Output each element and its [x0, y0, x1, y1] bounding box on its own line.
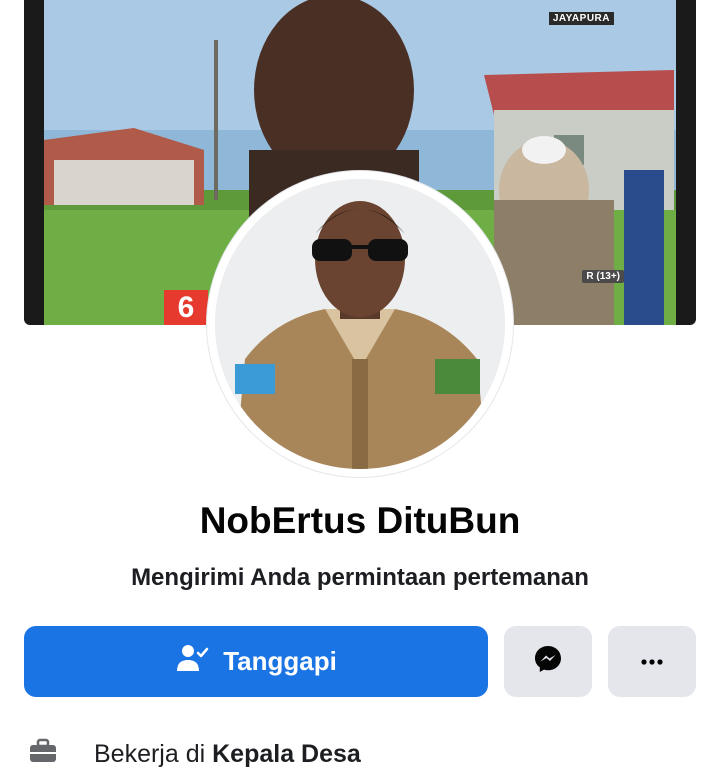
- friend-request-subtitle: Mengirimi Anda permintaan pertemanan: [131, 564, 589, 591]
- work-info-row: Bekerja di Kepala Desa: [28, 736, 361, 772]
- profile-name: NobErtus DituBun: [199, 500, 521, 541]
- more-dots-icon: [640, 653, 664, 671]
- channel-watermark: 6: [164, 290, 208, 325]
- messenger-icon: [533, 644, 563, 679]
- avatar: [215, 179, 505, 469]
- avatar-image: [215, 179, 505, 469]
- work-employer[interactable]: Kepala Desa: [212, 740, 361, 768]
- respond-button-label: Tanggapi: [223, 646, 337, 676]
- station-watermark: JAYAPURA: [548, 12, 614, 25]
- briefcase-icon: [28, 738, 58, 771]
- person-check-icon: [175, 643, 209, 680]
- profile-picture[interactable]: [207, 171, 513, 477]
- respond-button[interactable]: Tanggapi: [24, 626, 488, 697]
- rating-watermark: R (13+): [582, 270, 624, 283]
- messenger-button[interactable]: [504, 626, 592, 697]
- more-options-button[interactable]: [608, 626, 696, 697]
- work-text: Bekerja di Kepala Desa: [94, 740, 361, 769]
- work-prefix: Bekerja di: [94, 739, 206, 768]
